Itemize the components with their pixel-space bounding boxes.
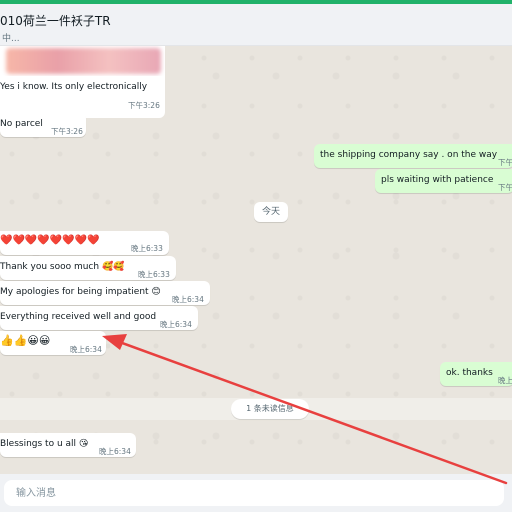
chat-subtitle: 中...	[2, 34, 20, 44]
message-time: 晚上6:33	[138, 270, 170, 279]
message-text: ❤️❤️❤️❤️❤️❤️❤️❤️	[0, 235, 100, 246]
message-bubble-incoming[interactable]: ❤️❤️❤️❤️❤️❤️❤️❤️ 晚上6:33	[0, 231, 169, 255]
message-bubble-outgoing[interactable]: the shipping company say . on the way 下午	[314, 144, 512, 168]
message-time: 晚上6:34	[70, 345, 102, 354]
message-time: 晚上6:34	[172, 295, 204, 304]
message-text: No parcel	[0, 119, 43, 129]
message-time: 晚上6:33	[131, 244, 163, 253]
chat-name[interactable]: 010荷兰一件袄子TR	[0, 12, 111, 29]
day-divider: 今天	[254, 202, 288, 222]
message-composer	[0, 474, 512, 512]
message-bubble-incoming[interactable]: Blessings to u all 😘 晚上6:34	[0, 433, 136, 457]
message-time: 下午	[498, 158, 512, 167]
message-text: 👍👍😀😀	[0, 334, 51, 347]
message-bubble-incoming[interactable]: Thank you sooo much 🥰🥰 晚上6:33	[0, 256, 176, 280]
message-text: pls waiting with patience	[381, 175, 494, 185]
message-bubble-outgoing[interactable]: pls waiting with patience 下午	[375, 169, 512, 193]
message-bubble-incoming[interactable]: 👍👍😀😀 晚上6:34	[0, 331, 106, 355]
message-input[interactable]	[4, 480, 504, 506]
message-bubble-incoming[interactable]: No parcel 下午3:26	[0, 113, 86, 137]
unread-divider: 1 条未读信息	[231, 399, 309, 419]
message-time: 晚上6:34	[99, 447, 131, 456]
message-bubble-outgoing[interactable]: ok. thanks 晚上	[440, 362, 512, 386]
message-text: ok. thanks	[446, 368, 493, 378]
message-text: the shipping company say . on the way	[320, 150, 498, 160]
message-time: 晚上6:34	[160, 320, 192, 329]
message-bubble-incoming[interactable]: Everything received well and good 晚上6:34	[0, 306, 198, 330]
message-time: 下午3:26	[128, 101, 160, 110]
message-time: 下午	[498, 183, 512, 192]
message-bubble-incoming[interactable]: Yes i know. Its only electronically 下午3:…	[0, 76, 165, 112]
message-time: 晚上	[498, 376, 512, 385]
image-thumbnail[interactable]	[6, 48, 161, 74]
message-text: My apologies for being impatient 😊	[0, 287, 161, 297]
message-text: Thank you sooo much 🥰🥰	[0, 262, 125, 272]
chat-header[interactable]: 010荷兰一件袄子TR 中...	[0, 4, 512, 46]
message-text: Yes i know. Its only electronically	[0, 82, 148, 92]
message-text: Blessings to u all 😘	[0, 439, 89, 449]
message-bubble-incoming[interactable]: My apologies for being impatient 😊 晚上6:3…	[0, 281, 210, 305]
message-text: Everything received well and good	[0, 312, 157, 322]
message-time: 下午3:26	[51, 127, 83, 136]
